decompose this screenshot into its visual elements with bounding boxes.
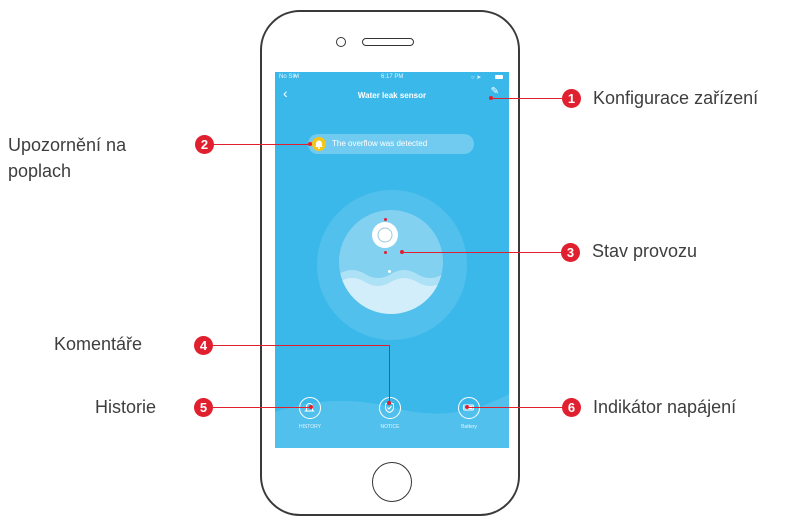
water-level-graphic xyxy=(339,270,443,314)
app-screen: No SIM ≈ 6:17 PM ○ ➤ ‹ Water leak sensor… xyxy=(275,72,509,448)
water-dot xyxy=(388,270,391,273)
battery-label: Battery xyxy=(461,424,477,430)
callout-4-line-vertical xyxy=(389,345,391,403)
callout-2-line xyxy=(213,144,310,146)
callout-4-anchor xyxy=(387,401,391,405)
notice-label: NOTICE xyxy=(380,424,400,430)
alert-text: The overflow was detected xyxy=(332,139,428,148)
callout-5-label: Historie xyxy=(95,397,157,417)
wifi-icon: ≈ xyxy=(294,74,298,80)
home-button[interactable] xyxy=(372,462,412,502)
camera-icon xyxy=(336,37,346,47)
callout-2-anchor xyxy=(308,142,312,146)
callout-4-label: Komentáře xyxy=(54,334,143,354)
callout-5-line xyxy=(212,407,311,409)
callout-1-label: Konfigurace zařízení xyxy=(593,88,759,108)
alert-banner[interactable]: The overflow was detected xyxy=(308,134,474,154)
callout-5-badge: 5 xyxy=(194,398,213,417)
callout-1-badge: 1 xyxy=(562,89,581,108)
callout-2-badge: 2 xyxy=(195,135,214,154)
location-icon: ○ ➤ xyxy=(471,75,482,81)
callout-6-badge: 6 xyxy=(562,398,581,417)
callout-2-label-line2: poplach xyxy=(8,161,72,181)
callout-6-line xyxy=(467,407,563,409)
callout-3-badge: 3 xyxy=(561,243,580,262)
sensor-icon xyxy=(372,222,398,248)
history-label: HISTORY xyxy=(298,424,322,430)
sensor-dot-bottom xyxy=(384,251,387,254)
sensor-dot-top xyxy=(384,218,387,221)
status-battery-icon xyxy=(495,75,503,79)
speaker-grille xyxy=(362,38,414,46)
status-time: 6:17 PM xyxy=(381,74,404,80)
callout-4-badge: 4 xyxy=(194,336,213,355)
bell-icon xyxy=(312,137,326,151)
callout-1-line xyxy=(491,98,563,100)
callout-3-label: Stav provozu xyxy=(592,241,698,261)
callout-5-anchor xyxy=(309,405,313,409)
callout-6-label: Indikátor napájení xyxy=(593,397,737,417)
callout-2-label-line1: Upozornění na xyxy=(8,135,127,155)
callout-4-line xyxy=(212,345,390,347)
callout-3-line xyxy=(402,252,562,254)
page-title: Water leak sensor xyxy=(357,91,427,100)
